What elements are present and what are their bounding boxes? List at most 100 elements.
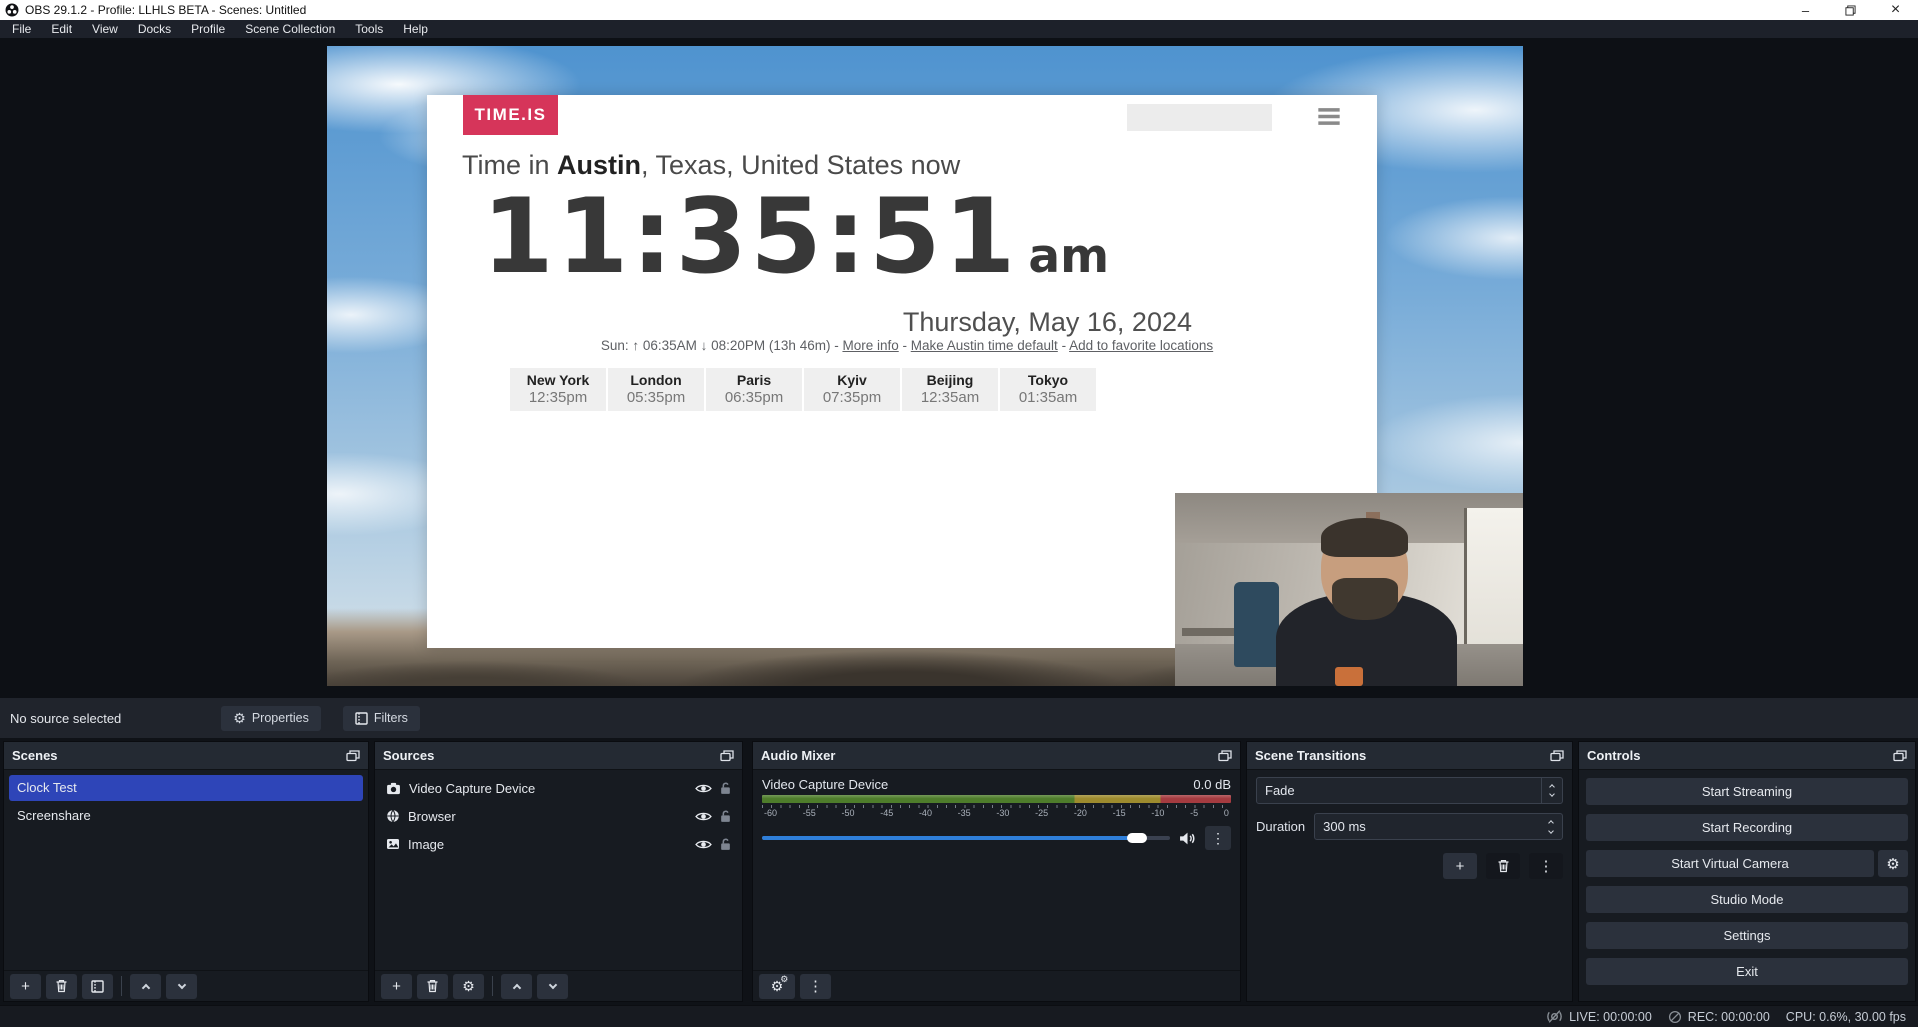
popout-icon[interactable] xyxy=(1218,750,1232,762)
make-default-link[interactable]: Make Austin time default xyxy=(911,338,1058,353)
virtual-camera-config-button[interactable]: ⚙ xyxy=(1878,850,1908,877)
sources-panel: Sources Video Capture Device xyxy=(374,741,743,1002)
transition-selected-value: Fade xyxy=(1257,783,1541,798)
duration-spinner[interactable]: 300 ms xyxy=(1314,813,1563,840)
webcam-video-overlay[interactable] xyxy=(1175,493,1523,686)
select-arrows[interactable] xyxy=(1541,778,1562,803)
chevron-down-icon xyxy=(548,980,556,988)
spinner-arrows[interactable] xyxy=(1542,818,1562,836)
studio-mode-button[interactable]: Studio Mode xyxy=(1586,886,1908,913)
tick-label: -25 xyxy=(1035,808,1048,818)
tick-label: -15 xyxy=(1113,808,1126,818)
start-streaming-button[interactable]: Start Streaming xyxy=(1586,778,1908,805)
timeis-logo: TIME.IS xyxy=(463,95,558,135)
popout-icon[interactable] xyxy=(346,750,360,762)
mixer-channel-menu-button[interactable]: ⋮ xyxy=(1205,826,1231,850)
menu-scene-collection[interactable]: Scene Collection xyxy=(235,20,345,38)
search-input[interactable] xyxy=(1133,104,1309,131)
city-box-tokyo[interactable]: Tokyo 01:35am xyxy=(1000,368,1096,411)
lock-icon[interactable] xyxy=(720,838,731,851)
move-source-up-button[interactable] xyxy=(501,974,532,999)
menu-edit[interactable]: Edit xyxy=(41,20,82,38)
move-scene-up-button[interactable] xyxy=(130,974,161,999)
add-scene-button[interactable]: + xyxy=(10,974,41,999)
move-source-down-button[interactable] xyxy=(537,974,568,999)
city-time: 12:35pm xyxy=(510,389,606,406)
lock-icon[interactable] xyxy=(720,810,731,823)
chevron-up-icon xyxy=(141,983,149,991)
close-button[interactable]: × xyxy=(1873,0,1918,20)
menu-file[interactable]: File xyxy=(2,20,41,38)
settings-button[interactable]: Settings xyxy=(1586,922,1908,949)
sun-times: Sun: ↑ 06:35AM ↓ 08:20PM (13h 46m) - xyxy=(601,338,843,353)
menu-view[interactable]: View xyxy=(82,20,128,38)
source-properties-button[interactable]: ⚙ xyxy=(453,974,484,999)
transition-properties-button[interactable]: ⋮ xyxy=(1529,853,1563,879)
city-name: New York xyxy=(510,372,606,388)
city-box-beijing[interactable]: Beijing 12:35am xyxy=(902,368,998,411)
visibility-eye-icon[interactable] xyxy=(695,783,712,794)
source-label: Video Capture Device xyxy=(409,781,687,796)
scene-preview-canvas[interactable]: TIME.IS Time in Austin, Texas, United St… xyxy=(327,46,1523,686)
start-recording-button[interactable]: Start Recording xyxy=(1586,814,1908,841)
volume-slider[interactable] xyxy=(762,836,1170,840)
exit-button[interactable]: Exit xyxy=(1586,958,1908,985)
add-favorite-link[interactable]: Add to favorite locations xyxy=(1069,338,1213,353)
live-status: LIVE: 00:00:00 xyxy=(1546,1009,1652,1024)
city-box-kyiv[interactable]: Kyiv 07:35pm xyxy=(804,368,900,411)
webcam-person-beard xyxy=(1332,578,1398,621)
menu-docks[interactable]: Docks xyxy=(128,20,181,38)
scene-item-screenshare[interactable]: Screenshare xyxy=(9,803,363,829)
remove-scene-button[interactable] xyxy=(46,974,77,999)
current-time: 11:35:51 am xyxy=(482,183,1109,291)
city-box-london[interactable]: London 05:35pm xyxy=(608,368,704,411)
city-box-newyork[interactable]: New York 12:35pm xyxy=(510,368,606,411)
city-time: 01:35am xyxy=(1000,389,1096,406)
menu-tools[interactable]: Tools xyxy=(345,20,393,38)
transition-select[interactable]: Fade xyxy=(1256,777,1563,804)
scene-item-clock-test[interactable]: Clock Test xyxy=(9,775,363,801)
filters-button[interactable]: Filters xyxy=(343,706,420,731)
heading-prefix: Time in xyxy=(462,150,557,180)
current-date: Thursday, May 16, 2024 xyxy=(903,307,1192,338)
advanced-audio-button[interactable]: ⚙⚙ xyxy=(759,974,795,999)
volume-slider-handle[interactable] xyxy=(1127,833,1147,843)
start-virtual-camera-button[interactable]: Start Virtual Camera xyxy=(1586,850,1874,877)
add-source-button[interactable]: + xyxy=(381,974,412,999)
stream-inactive-icon xyxy=(1546,1009,1563,1024)
add-transition-button[interactable]: + xyxy=(1443,853,1477,879)
move-scene-down-button[interactable] xyxy=(166,974,197,999)
more-info-link[interactable]: More info xyxy=(842,338,898,353)
popout-icon[interactable] xyxy=(720,750,734,762)
popout-icon[interactable] xyxy=(1893,750,1907,762)
city-name: Beijing xyxy=(902,372,998,388)
restore-button[interactable] xyxy=(1828,0,1873,20)
source-row-browser[interactable]: Browser xyxy=(378,803,739,829)
virtual-camera-row: Start Virtual Camera ⚙ xyxy=(1586,850,1908,877)
lock-icon[interactable] xyxy=(720,782,731,795)
popout-icon[interactable] xyxy=(1550,750,1564,762)
volume-slider-fill xyxy=(762,836,1137,840)
menu-help[interactable]: Help xyxy=(393,20,438,38)
tick-label: 0 xyxy=(1224,808,1229,818)
minimize-button[interactable]: – xyxy=(1783,0,1828,20)
menu-bar: File Edit View Docks Profile Scene Colle… xyxy=(0,20,1918,38)
trash-icon xyxy=(426,979,439,993)
source-row-video-capture[interactable]: Video Capture Device xyxy=(378,775,739,801)
sources-title: Sources xyxy=(383,748,434,763)
duration-value: 300 ms xyxy=(1315,819,1542,834)
remove-transition-button[interactable] xyxy=(1486,853,1520,879)
properties-button[interactable]: ⚙ Properties xyxy=(221,706,321,731)
source-row-image[interactable]: Image xyxy=(378,831,739,857)
remove-source-button[interactable] xyxy=(417,974,448,999)
site-search-box[interactable] xyxy=(1127,104,1272,131)
scene-filters-button[interactable] xyxy=(82,974,113,999)
double-gear-icon: ⚙⚙ xyxy=(771,979,784,993)
speaker-icon[interactable] xyxy=(1179,831,1196,846)
menu-profile[interactable]: Profile xyxy=(181,20,235,38)
visibility-eye-icon[interactable] xyxy=(695,839,712,850)
city-box-paris[interactable]: Paris 06:35pm xyxy=(706,368,802,411)
mixer-menu-button[interactable]: ⋮ xyxy=(800,974,831,999)
visibility-eye-icon[interactable] xyxy=(695,811,712,822)
hamburger-menu-icon[interactable] xyxy=(1317,107,1341,126)
